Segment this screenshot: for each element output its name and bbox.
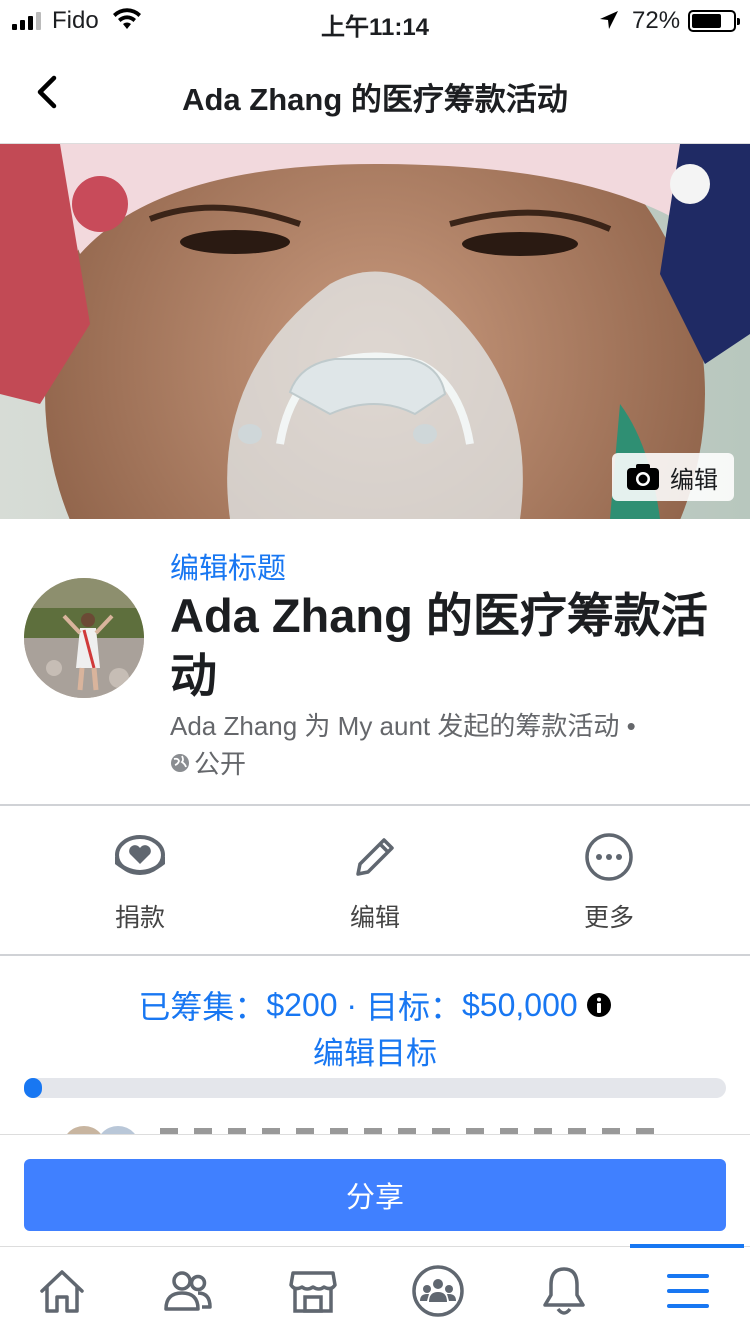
- more-label: 更多: [583, 904, 634, 932]
- donate-heart-coin-icon: [115, 835, 165, 875]
- status-bar: Fido 上午11:14 72%: [0, 0, 750, 42]
- active-tab-indicator: [630, 1244, 744, 1248]
- raised-amount: $200: [266, 986, 338, 1023]
- page-title: Ada Zhang 的医疗筹款活动: [182, 82, 568, 117]
- edit-button[interactable]: 编辑: [305, 832, 445, 934]
- groups-icon: [412, 1265, 464, 1317]
- fundraiser-title: Ada Zhang 的医疗筹款活动: [170, 589, 708, 702]
- cover-photo[interactable]: 编辑: [0, 144, 750, 519]
- donate-button[interactable]: 捐款: [70, 832, 210, 934]
- marketplace-icon: [289, 1271, 337, 1313]
- tab-home[interactable]: [31, 1263, 93, 1319]
- location-arrow-icon: [598, 9, 620, 38]
- battery-icon: [688, 10, 740, 32]
- tab-friends[interactable]: [157, 1263, 219, 1319]
- menu-icon: [667, 1274, 709, 1308]
- privacy-label: 公开: [194, 749, 247, 779]
- share-button[interactable]: 分享: [24, 1159, 726, 1231]
- privacy-line: 公开: [170, 744, 246, 781]
- edit-cover-photo-button[interactable]: 编辑: [612, 453, 734, 501]
- divider: [0, 954, 750, 956]
- tab-marketplace[interactable]: [282, 1263, 344, 1319]
- tab-menu[interactable]: [657, 1263, 719, 1319]
- nav-header: Ada Zhang 的医疗筹款活动: [0, 42, 750, 144]
- action-row: 捐款 编辑 更多: [0, 806, 750, 954]
- home-icon: [40, 1270, 84, 1313]
- goal-label: 目标：: [365, 989, 462, 1025]
- raised-goal-line: 已筹集： $200 · 目标： $50,000: [0, 982, 750, 1028]
- more-dots-icon: [585, 833, 633, 881]
- battery-percent: 72%: [632, 7, 681, 34]
- edit-cover-label: 编辑: [670, 466, 718, 494]
- organizer-line: Ada Zhang 为 My aunt 发起的筹款活动 •: [170, 711, 636, 741]
- tab-notifications[interactable]: [533, 1263, 595, 1319]
- notifications-icon: [543, 1267, 585, 1315]
- progress-fill: [24, 1078, 42, 1098]
- separator: ·: [337, 986, 366, 1023]
- edit-label: 编辑: [349, 904, 400, 932]
- camera-icon: [627, 464, 659, 490]
- more-button[interactable]: 更多: [539, 832, 679, 934]
- edit-title-link[interactable]: 编辑标题: [170, 545, 286, 587]
- raised-label: 已筹集：: [138, 989, 267, 1025]
- info-icon[interactable]: [586, 992, 612, 1018]
- progress-bar: [24, 1078, 726, 1098]
- pencil-icon: [356, 838, 394, 876]
- tab-bar: [0, 1244, 750, 1334]
- avatar[interactable]: [24, 578, 144, 698]
- avatar-image: [24, 578, 144, 698]
- donate-label: 捐款: [114, 904, 165, 932]
- friends-icon: [164, 1271, 212, 1311]
- share-bar: 分享: [0, 1134, 750, 1246]
- edit-goal-link[interactable]: 编辑目标: [0, 1028, 750, 1073]
- goal-amount: $50,000: [461, 986, 578, 1023]
- tab-groups[interactable]: [407, 1263, 469, 1319]
- globe-icon: [171, 753, 189, 772]
